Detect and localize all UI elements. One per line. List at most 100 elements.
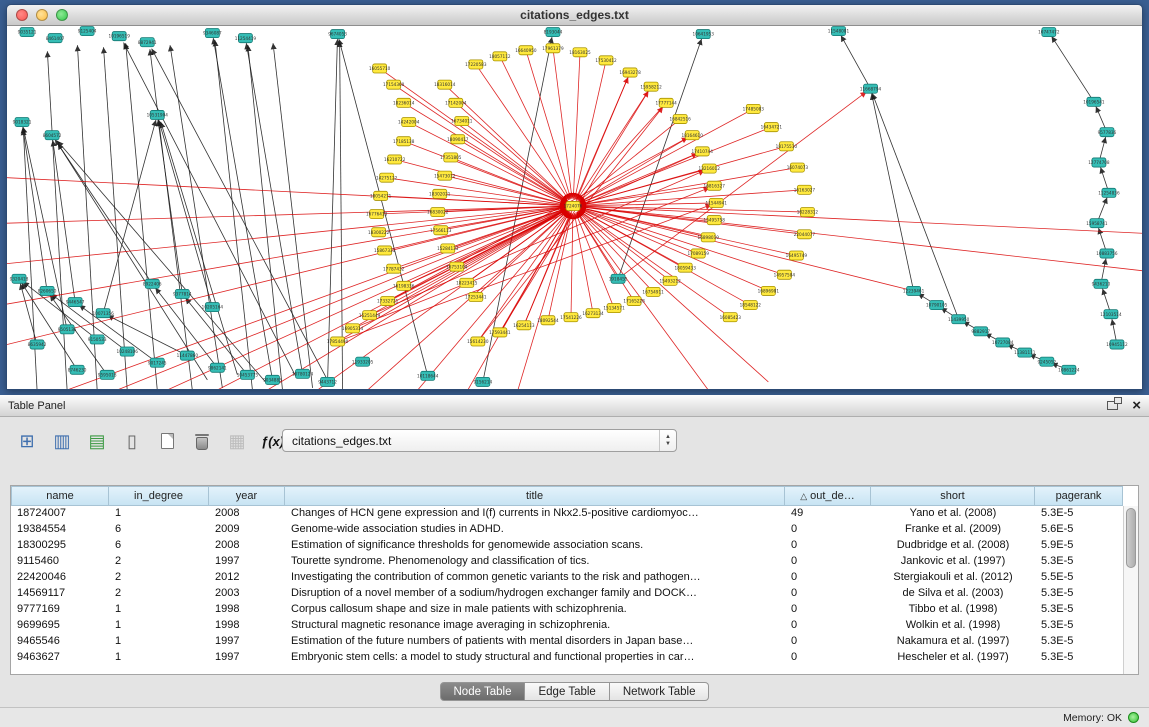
vertical-scrollbar[interactable] [1123,506,1138,674]
graph-node[interactable]: 18090417 [447,135,469,144]
graph-node[interactable]: 18302021 [429,189,451,198]
graph-node[interactable]: 8635942 [28,340,47,349]
graph-edge[interactable] [579,109,753,203]
minimize-button[interactable] [36,9,48,21]
graph-edge[interactable] [404,103,567,202]
graph-node[interactable]: 16074073 [787,163,809,172]
column-header-short[interactable]: short [871,486,1035,506]
table-row[interactable]: 977716911998Corpus callosum shape and si… [11,602,1138,618]
graph-edge[interactable] [67,208,566,390]
graph-edge[interactable] [574,213,593,313]
graph-node[interactable]: 18228312 [797,207,819,216]
graph-node[interactable]: 18316014 [434,80,456,89]
graph-node[interactable]: 11254419 [235,34,257,43]
graph-node[interactable]: 16273134 [582,309,604,318]
zoom-button[interactable] [56,9,68,21]
graph-node[interactable]: 15473012 [434,171,456,180]
graph-edge[interactable] [580,207,1142,271]
table-row[interactable]: 969969511998Structural magnetic resonanc… [11,618,1138,634]
table-row[interactable]: 1872400712008Changes of HCN gene express… [11,506,1138,522]
graph-node[interactable]: 17777144 [655,98,677,107]
graph-node[interactable]: 17142004 [445,98,467,107]
table-row[interactable]: 1938455462009Genome-wide association stu… [11,522,1138,538]
graph-edge[interactable] [577,212,618,279]
graph-node[interactable]: 9505135 [58,325,77,334]
graph-edge[interactable] [267,210,567,390]
graph-edge[interactable] [578,211,768,382]
graph-node[interactable]: 12774708 [1088,158,1110,167]
graph-edge[interactable] [246,43,302,374]
graph-node[interactable]: 16898019 [698,233,720,242]
graph-node[interactable]: 9125404 [78,27,97,36]
graph-node[interactable]: 11439950 [948,315,970,324]
graph-node[interactable]: 10641953 [693,30,715,39]
graph-node[interactable]: 16495749 [786,251,808,260]
graph-node[interactable]: 18236014 [393,98,415,107]
graph-node[interactable]: 16085423 [720,313,742,322]
graph-node[interactable]: 17961379 [542,44,564,53]
graph-node[interactable]: 17541226 [560,313,582,322]
graph-node[interactable]: 9446547 [66,297,85,306]
graph-edge[interactable] [57,141,265,382]
graph-node[interactable]: 16830022 [427,207,449,216]
graph-node[interactable]: 17530412 [595,56,617,65]
graph-node[interactable]: 17787432 [383,264,405,273]
graph-edge[interactable] [380,68,568,201]
graph-node[interactable]: 15284133 [437,244,459,253]
new-column-button[interactable] [152,427,182,455]
network-graph[interactable]: 9035121846140791254041019651988729419346… [7,26,1142,390]
table-row[interactable]: 946362711997Embryonic stem cells: a mode… [11,650,1138,666]
graph-edge[interactable] [578,103,666,201]
show-columns-button[interactable]: ▥ [47,427,77,455]
tab-edge-table[interactable]: Edge Table [525,682,609,701]
import-table-button[interactable]: ▤ [82,427,112,455]
table-select-dropdown[interactable]: citations_edges.txt ▲▼ [282,429,677,452]
graph-node[interactable]: 16734011 [451,116,473,125]
graph-edge[interactable] [577,87,651,200]
graph-node[interactable]: 18054271 [370,191,392,200]
graph-node[interactable]: 15614230 [467,337,489,346]
close-button[interactable] [16,9,28,21]
graph-node[interactable]: 16754911 [642,287,664,296]
graph-edge[interactable] [23,127,47,291]
graph-node[interactable]: 10883756 [1096,249,1118,258]
graph-node[interactable]: 12239461 [903,286,925,295]
graph-node[interactable]: 10196541 [1083,97,1105,106]
graph-node[interactable]: 8604572 [43,131,62,140]
graph-node[interactable]: 16254113 [513,321,535,330]
graph-edge[interactable] [20,284,37,345]
graph-node[interactable]: 10790105 [926,301,948,310]
graph-node[interactable]: 9436210 [1092,279,1111,288]
graph-node[interactable]: 15958212 [640,82,662,91]
graph-edge[interactable] [456,103,568,201]
graph-node[interactable]: 9018321 [13,118,32,127]
graph-node[interactable]: 9862141 [208,363,227,372]
graph-node[interactable]: 16905314 [342,324,364,333]
graph-node[interactable]: 10205164 [202,303,224,312]
graph-node[interactable]: 9035121 [18,28,37,37]
graph-node[interactable]: 9017245 [148,358,167,367]
graph-node[interactable]: 11548081 [828,27,850,36]
graph-edge[interactable] [158,120,182,294]
graph-node[interactable]: 14242004 [398,118,420,127]
graph-node[interactable]: 10780124 [292,369,314,378]
graph-node[interactable]: 8260650 [38,286,57,295]
graph-node[interactable]: 9577836 [1098,128,1117,137]
graph-node[interactable]: 11668794 [860,84,882,93]
graph-node[interactable]: 18548122 [740,301,762,310]
graph-node[interactable]: 10531904 [147,110,169,119]
close-panel-icon[interactable]: × [1132,398,1141,413]
graph-node[interactable]: 14957584 [774,270,796,279]
graph-node[interactable]: 22044077 [794,230,816,239]
graph-edge[interactable] [273,43,312,388]
delete-column-button[interactable] [187,427,217,455]
graph-node[interactable]: 18164610 [682,131,704,140]
network-canvas[interactable]: 9035121846140791254041019651988729419346… [7,26,1142,390]
graph-node[interactable]: 9377814 [173,289,192,298]
graph-node[interactable]: 14275122 [376,173,398,182]
graph-node[interactable]: 9150533 [88,335,107,344]
graph-node[interactable]: 17165228 [623,296,645,305]
graph-node[interactable]: 16776413 [366,210,388,219]
graph-edge[interactable] [872,94,914,291]
window-titlebar[interactable]: citations_edges.txt [7,5,1142,26]
